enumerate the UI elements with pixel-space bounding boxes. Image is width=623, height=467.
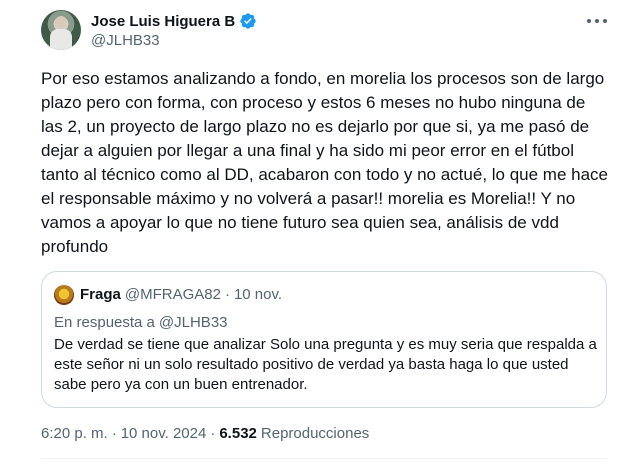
quoted-date[interactable]: 10 nov. (234, 286, 282, 303)
reply-handle-link[interactable]: @JLHB33 (159, 314, 228, 331)
quoted-separator: · (224, 286, 230, 303)
quoted-author-name[interactable]: Fraga (80, 286, 121, 303)
author-handle[interactable]: @JLHB33 (91, 32, 160, 49)
more-dot (587, 19, 591, 23)
quoted-author-handle[interactable]: @MFRAGA82 (125, 286, 221, 303)
quoted-author-row: Fraga @MFRAGA82 · 10 nov. (80, 286, 282, 303)
author-name-row: Jose Luis Higuera B (91, 11, 257, 31)
bottom-divider (41, 458, 607, 459)
meta-separator: · (210, 425, 216, 442)
meta-separator: · (111, 425, 117, 442)
tweet-meta: 6:20 p. m. · 10 nov. 2024 · 6.532 Reprod… (41, 425, 369, 442)
views-count: 6.532 (219, 425, 257, 442)
more-dot (595, 19, 599, 23)
author-avatar[interactable] (41, 10, 81, 50)
avatar-torso-shape (50, 29, 72, 50)
reply-label: En respuesta a (54, 314, 155, 331)
views-label: Reproducciones (260, 425, 370, 442)
quoted-tweet-text: De verdad se tiene que analizar Solo una… (54, 336, 597, 393)
quoted-reply-context: En respuesta a @JLHB33 (54, 314, 228, 331)
more-options-icon[interactable] (587, 14, 607, 28)
author-display-name[interactable]: Jose Luis Higuera B (91, 13, 235, 30)
tweet: Jose Luis Higuera B @JLHB33 Por eso esta… (0, 0, 623, 467)
more-dot (603, 19, 607, 23)
avatar-head-shape (55, 16, 67, 29)
tweet-date[interactable]: 10 nov. 2024 (121, 425, 207, 442)
verified-badge-icon[interactable] (239, 12, 257, 30)
tweet-time[interactable]: 6:20 p. m. (41, 425, 108, 442)
quoted-tweet-card[interactable]: Fraga @MFRAGA82 · 10 nov. En respuesta a… (41, 271, 607, 408)
tweet-text: Por eso estamos analizando a fondo, en m… (41, 69, 609, 256)
quoted-author-avatar[interactable] (54, 285, 74, 305)
